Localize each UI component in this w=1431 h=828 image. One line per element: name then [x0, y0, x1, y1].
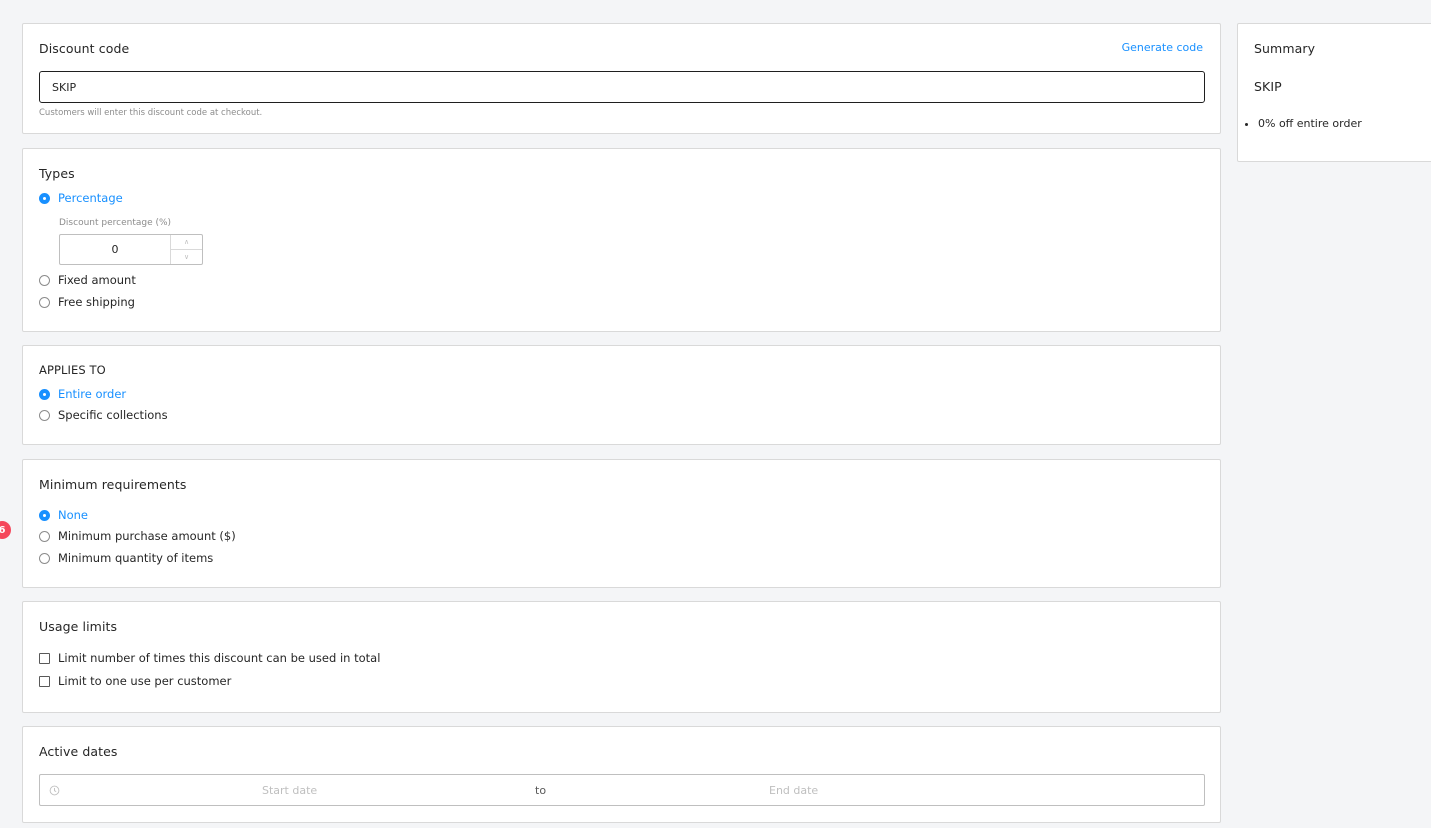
limit-one-per-customer-label: Limit to one use per customer [58, 674, 232, 688]
stepper-buttons: ∧ ∨ [170, 235, 202, 264]
radio-selected-icon [39, 192, 50, 204]
discount-code-title: Discount code [39, 41, 130, 56]
checkbox-icon [39, 675, 50, 687]
discount-percentage-value[interactable]: 0 [60, 235, 170, 264]
min-purchase-amount-label: Minimum purchase amount ($) [58, 529, 236, 543]
notification-badge[interactable]: 6 [0, 521, 11, 539]
min-none-radio[interactable]: None [39, 508, 88, 522]
type-free-shipping-radio[interactable]: Free shipping [39, 295, 135, 309]
radio-selected-icon [39, 509, 50, 521]
min-quantity-radio[interactable]: Minimum quantity of items [39, 551, 213, 565]
discount-code-help: Customers will enter this discount code … [39, 108, 263, 118]
radio-unselected-icon [39, 274, 50, 286]
summary-title: Summary [1254, 41, 1316, 56]
limit-total-uses-checkbox[interactable]: Limit number of times this discount can … [39, 651, 380, 665]
radio-unselected-icon [39, 296, 50, 308]
type-percentage-radio[interactable]: Percentage [39, 191, 123, 205]
active-dates-title: Active dates [39, 744, 118, 759]
type-fixed-amount-label: Fixed amount [58, 273, 136, 287]
clock-icon [49, 775, 60, 805]
discount-percentage-label: Discount percentage (%) [59, 218, 172, 228]
applies-specific-collections-radio[interactable]: Specific collections [39, 408, 168, 422]
radio-unselected-icon [39, 409, 50, 421]
minimum-requirements-title: Minimum requirements [39, 477, 187, 492]
usage-limits-title: Usage limits [39, 619, 118, 634]
summary-item: 0% off entire order [1258, 117, 1362, 130]
type-fixed-amount-radio[interactable]: Fixed amount [39, 273, 136, 287]
end-date-input[interactable]: End date [769, 775, 818, 805]
applies-entire-order-label: Entire order [58, 387, 127, 401]
chevron-down-icon[interactable]: ∨ [171, 249, 202, 264]
summary-code: SKIP [1254, 79, 1282, 94]
radio-unselected-icon [39, 552, 50, 564]
active-dates-card: Active dates Start date to End date [22, 726, 1221, 823]
types-card: Types Percentage Discount percentage (%)… [22, 148, 1221, 332]
summary-card: Summary SKIP 0% off entire order [1237, 23, 1431, 162]
chevron-up-icon[interactable]: ∧ [171, 235, 202, 249]
type-free-shipping-label: Free shipping [58, 295, 135, 309]
min-quantity-label: Minimum quantity of items [58, 551, 214, 565]
type-percentage-label: Percentage [58, 191, 123, 205]
summary-list: 0% off entire order [1258, 117, 1362, 130]
date-range-picker[interactable]: Start date to End date [39, 774, 1205, 806]
min-purchase-amount-radio[interactable]: Minimum purchase amount ($) [39, 529, 236, 543]
applies-entire-order-radio[interactable]: Entire order [39, 387, 126, 401]
applies-specific-collections-label: Specific collections [58, 408, 168, 422]
types-title: Types [39, 166, 75, 181]
generate-code-link[interactable]: Generate code [1122, 41, 1203, 54]
limit-one-per-customer-checkbox[interactable]: Limit to one use per customer [39, 674, 231, 688]
checkbox-icon [39, 652, 50, 664]
applies-to-title: APPLIES TO [39, 363, 106, 377]
applies-to-card: APPLIES TO Entire order Specific collect… [22, 345, 1221, 445]
discount-code-input[interactable]: SKIP [39, 71, 1205, 103]
start-date-input[interactable]: Start date [262, 775, 317, 805]
min-none-label: None [58, 508, 89, 522]
discount-code-card: Discount code Generate code SKIP Custome… [22, 23, 1221, 134]
usage-limits-card: Usage limits Limit number of times this … [22, 601, 1221, 713]
discount-percentage-stepper[interactable]: 0 ∧ ∨ [59, 234, 203, 265]
limit-total-uses-label: Limit number of times this discount can … [58, 651, 381, 665]
minimum-requirements-card: Minimum requirements None Minimum purcha… [22, 459, 1221, 588]
radio-unselected-icon [39, 530, 50, 542]
radio-selected-icon [39, 388, 50, 400]
date-separator: to [535, 783, 547, 797]
